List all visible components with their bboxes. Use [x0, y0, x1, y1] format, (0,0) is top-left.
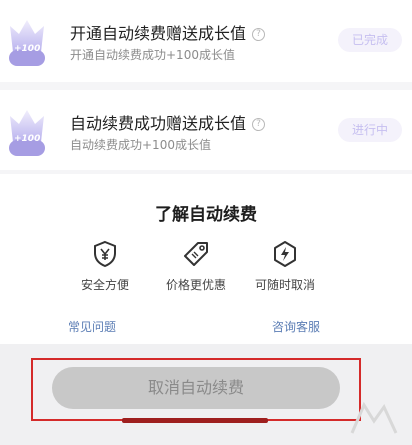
- task-card-autorenew-success: +100 自动续费成功赠送成长值? 自动续费成功+100成长值 进行中: [0, 90, 412, 170]
- task-title: 自动续费成功赠送成长值?: [70, 110, 266, 134]
- cancel-autorenew-button[interactable]: 取消自动续费: [52, 367, 340, 409]
- status-badge-in-progress: 进行中: [338, 118, 402, 142]
- lightning-badge-icon: [274, 241, 296, 267]
- faq-link[interactable]: 常见问题: [68, 318, 116, 335]
- crown-badge-text: +100: [14, 134, 41, 144]
- help-icon[interactable]: ?: [252, 118, 266, 131]
- crown-badge-text: +100: [14, 44, 41, 54]
- price-tag-icon: [184, 242, 208, 266]
- feature-cancel-anytime: 可随时取消: [230, 240, 340, 293]
- autorenew-info-card: 了解自动续费 安全方便 价格更优惠 可随时取消 常见问题 咨询客服: [0, 174, 412, 344]
- task-description: 自动续费成功+100成长值: [70, 138, 211, 152]
- task-title: 开通自动续费赠送成长值?: [70, 20, 266, 44]
- feature-label: 可随时取消: [254, 278, 315, 292]
- status-badge-completed: 已完成: [338, 28, 402, 52]
- shield-yen-icon: [94, 240, 116, 268]
- task-card-open-autorenew: +100 开通自动续费赠送成长值? 开通自动续费成功+100成长值 已完成: [0, 0, 412, 82]
- task-description: 开通自动续费成功+100成长值: [70, 48, 235, 62]
- crown-badge-icon: [9, 20, 45, 66]
- help-icon[interactable]: ?: [252, 28, 266, 41]
- support-link[interactable]: 咨询客服: [272, 318, 320, 335]
- info-title: 了解自动续费: [155, 205, 257, 225]
- watermark-logo-icon: [350, 401, 398, 434]
- crown-badge-icon: [9, 110, 45, 156]
- highlight-underline: [122, 418, 268, 423]
